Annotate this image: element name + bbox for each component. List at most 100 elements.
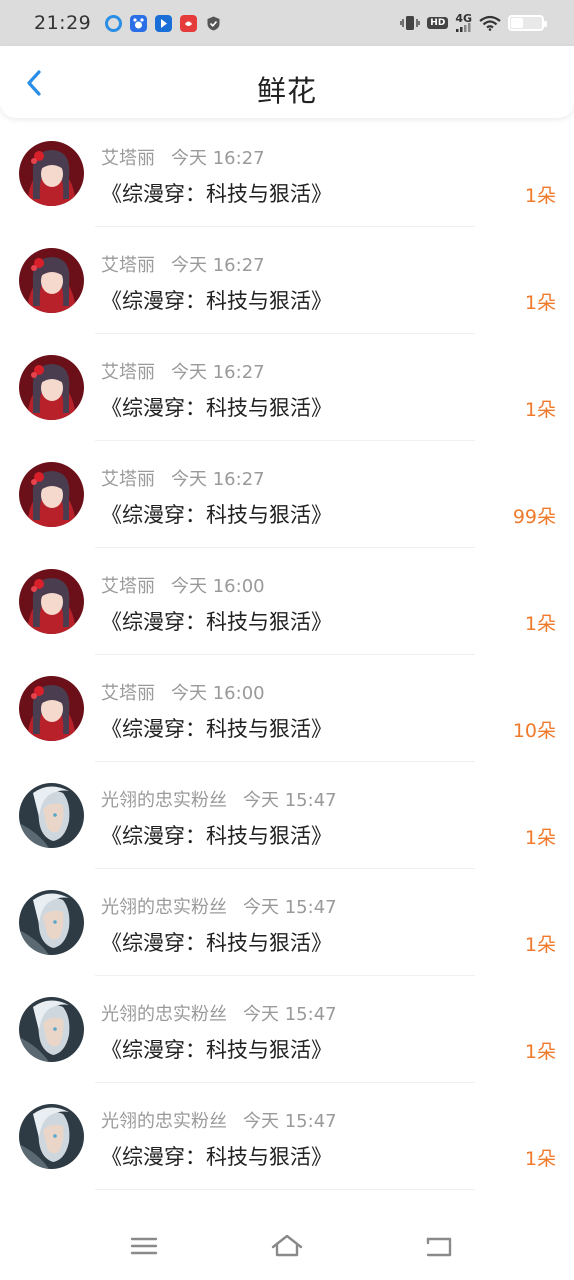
send-time: 今天 15:47: [243, 1004, 337, 1025]
page-title: 鲜花: [256, 74, 317, 108]
book-title: 《综漫穿：科技与狠活》: [101, 824, 332, 848]
sender-meta: 光翎的忠实粉丝 今天 15:47: [101, 1000, 337, 1026]
flower-count: 1朵: [524, 827, 556, 849]
send-time: 今天 16:27: [171, 255, 265, 276]
send-time: 今天 15:47: [243, 790, 337, 811]
girl-avatar-icon: [19, 141, 84, 206]
sender-name: 艾塔丽: [101, 148, 155, 169]
book-title: 《综漫穿：科技与狠活》: [101, 931, 332, 955]
sender-name: 光翎的忠实粉丝: [101, 790, 227, 811]
notification-icons: [105, 14, 222, 32]
sender-name: 光翎的忠实粉丝: [101, 1004, 227, 1025]
book-title: 《综漫穿：科技与狠活》: [101, 1145, 332, 1169]
book-title: 《综漫穿：科技与狠活》: [101, 182, 332, 206]
sender-meta: 艾塔丽 今天 16:00: [101, 679, 265, 705]
send-time: 今天 16:00: [171, 576, 265, 597]
send-time: 今天 16:27: [171, 469, 265, 490]
list-item[interactable]: 艾塔丽 今天 16:00 《综漫穿：科技与狠活》 10朵: [0, 655, 574, 762]
sender-meta: 艾塔丽 今天 16:27: [101, 465, 265, 491]
list-item[interactable]: 艾塔丽 今天 16:27 《综漫穿：科技与狠活》 1朵: [0, 120, 574, 227]
video-notification-icon: [155, 14, 173, 32]
send-time: 今天 16:27: [171, 362, 265, 383]
system-nav-bar: [0, 1212, 574, 1280]
list-item[interactable]: 光翎的忠实粉丝 今天 15:47 《综漫穿：科技与狠活》 1朵: [0, 976, 574, 1083]
shield-notification-icon: [207, 16, 220, 30]
avatar[interactable]: [19, 997, 84, 1062]
sender-name: 艾塔丽: [101, 362, 155, 383]
signal-icon: 4G: [455, 13, 472, 32]
flower-count: 1朵: [524, 1148, 556, 1170]
status-bar: 21:29 HD 4G: [0, 0, 574, 46]
flower-record-list: 艾塔丽 今天 16:27 《综漫穿：科技与狠活》 1朵 艾塔丽 今天 16:27 《…: [0, 120, 574, 1190]
red-app-notification-icon: [180, 14, 198, 32]
avatar[interactable]: [19, 462, 84, 527]
flower-count: 1朵: [524, 934, 556, 956]
send-time: 今天 15:47: [243, 897, 337, 918]
knight-avatar-icon: [19, 783, 84, 848]
list-item[interactable]: 光翎的忠实粉丝 今天 15:47 《综漫穿：科技与狠活》 1朵: [0, 1083, 574, 1190]
avatar[interactable]: [19, 890, 84, 955]
flower-count: 99朵: [512, 506, 556, 528]
home-icon[interactable]: [267, 1230, 307, 1262]
girl-avatar-icon: [19, 676, 84, 741]
sender-name: 艾塔丽: [101, 576, 155, 597]
sender-meta: 光翎的忠实粉丝 今天 15:47: [101, 893, 337, 919]
wifi-icon: [479, 15, 501, 31]
send-time: 今天 15:47: [243, 1111, 337, 1132]
book-title: 《综漫穿：科技与狠活》: [101, 396, 332, 420]
flower-count: 1朵: [524, 292, 556, 314]
app-notification-icon: [105, 14, 123, 32]
top-app-bar: 鲜花: [0, 46, 574, 118]
sender-meta: 艾塔丽 今天 16:27: [101, 251, 265, 277]
list-item[interactable]: 艾塔丽 今天 16:00 《综漫穿：科技与狠活》 1朵: [0, 548, 574, 655]
sender-meta: 艾塔丽 今天 16:27: [101, 144, 265, 170]
avatar[interactable]: [19, 1104, 84, 1169]
sender-meta: 光翎的忠实粉丝 今天 15:47: [101, 786, 337, 812]
girl-avatar-icon: [19, 569, 84, 634]
avatar[interactable]: [19, 569, 84, 634]
divider: [95, 1189, 475, 1190]
sender-meta: 艾塔丽 今天 16:00: [101, 572, 265, 598]
flower-count: 1朵: [524, 613, 556, 635]
sender-name: 光翎的忠实粉丝: [101, 1111, 227, 1132]
vibrate-icon: [400, 16, 420, 30]
flower-count: 1朵: [524, 185, 556, 207]
list-item[interactable]: 光翎的忠实粉丝 今天 15:47 《综漫穿：科技与狠活》 1朵: [0, 869, 574, 976]
flower-count: 1朵: [524, 1041, 556, 1063]
sender-name: 艾塔丽: [101, 683, 155, 704]
knight-avatar-icon: [19, 1104, 84, 1169]
girl-avatar-icon: [19, 355, 84, 420]
knight-avatar-icon: [19, 997, 84, 1062]
avatar[interactable]: [19, 355, 84, 420]
avatar[interactable]: [19, 783, 84, 848]
back-icon[interactable]: [418, 1230, 458, 1262]
book-title: 《综漫穿：科技与狠活》: [101, 717, 332, 741]
send-time: 今天 16:27: [171, 148, 265, 169]
sender-name: 光翎的忠实粉丝: [101, 897, 227, 918]
send-time: 今天 16:00: [171, 683, 265, 704]
girl-avatar-icon: [19, 462, 84, 527]
avatar[interactable]: [19, 248, 84, 313]
book-title: 《综漫穿：科技与狠活》: [101, 610, 332, 634]
system-icons: HD 4G: [400, 13, 547, 32]
baidu-notification-icon: [130, 14, 148, 32]
status-time: 21:29: [34, 12, 92, 34]
menu-icon[interactable]: [124, 1230, 164, 1262]
sender-meta: 光翎的忠实粉丝 今天 15:47: [101, 1107, 337, 1133]
list-item[interactable]: 光翎的忠实粉丝 今天 15:47 《综漫穿：科技与狠活》 1朵: [0, 762, 574, 869]
list-item[interactable]: 艾塔丽 今天 16:27 《综漫穿：科技与狠活》 1朵: [0, 334, 574, 441]
sender-meta: 艾塔丽 今天 16:27: [101, 358, 265, 384]
knight-avatar-icon: [19, 890, 84, 955]
flower-count: 1朵: [524, 399, 556, 421]
book-title: 《综漫穿：科技与狠活》: [101, 1038, 332, 1062]
battery-icon: [508, 15, 547, 31]
book-title: 《综漫穿：科技与狠活》: [101, 289, 332, 313]
avatar[interactable]: [19, 141, 84, 206]
book-title: 《综漫穿：科技与狠活》: [101, 503, 332, 527]
avatar[interactable]: [19, 676, 84, 741]
sender-name: 艾塔丽: [101, 255, 155, 276]
list-item[interactable]: 艾塔丽 今天 16:27 《综漫穿：科技与狠活》 1朵: [0, 227, 574, 334]
hd-icon: HD: [427, 17, 449, 29]
list-item[interactable]: 艾塔丽 今天 16:27 《综漫穿：科技与狠活》 99朵: [0, 441, 574, 548]
girl-avatar-icon: [19, 248, 84, 313]
